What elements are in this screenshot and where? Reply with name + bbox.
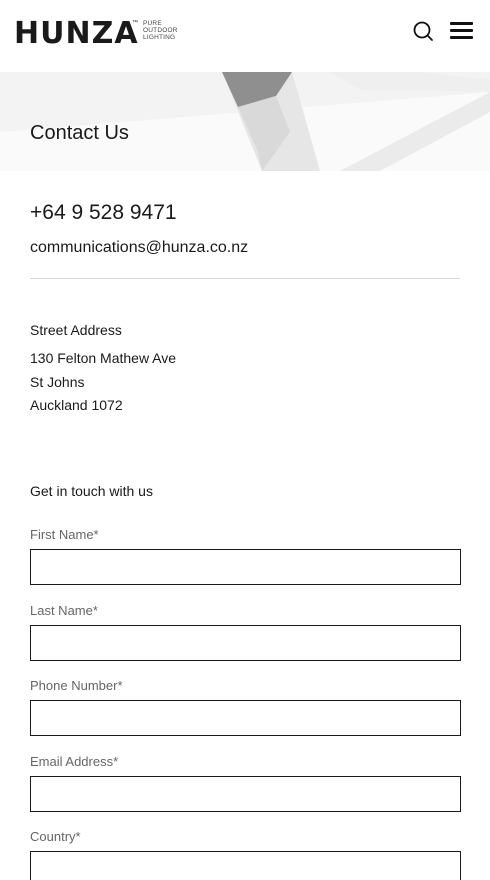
address-line: 130 Felton Mathew Ave [30,350,177,366]
section-divider [30,278,460,279]
address-line: St Johns [30,374,85,390]
last-name-input[interactable] [30,625,461,661]
email-address-label: Email Address* [30,754,119,769]
hunza-logo[interactable]: HUNZA ™ PURE OUTDOOR LIGHTING [14,18,184,50]
address-line: Auckland 1072 [30,397,123,413]
logo-tagline-line: OUTDOOR [143,27,178,34]
first-name-input[interactable] [30,549,461,585]
hamburger-icon [450,36,473,39]
page-banner: Contact Us [0,72,490,171]
menu-button[interactable] [448,20,476,44]
page-title: Contact Us [30,122,129,144]
phone-number-input[interactable] [30,700,461,736]
email-address-input[interactable] [30,776,461,812]
search-icon [413,21,433,41]
phone-number-link[interactable]: +64 9 528 9471 [30,201,177,225]
search-button[interactable] [410,18,438,46]
contact-form-heading: Get in touch with us [30,483,153,499]
hamburger-icon [450,29,473,32]
email-link[interactable]: communications@hunza.co.nz [30,239,248,257]
hamburger-icon [450,22,473,25]
logo-wordmark: HUNZA [14,16,139,51]
logo-trademark: ™ [132,20,138,26]
logo-tagline: PURE OUTDOOR LIGHTING [143,20,178,41]
last-name-label: Last Name* [30,603,98,618]
logo-tagline-line: PURE [143,20,162,27]
country-label: Country* [30,829,81,844]
street-address-heading: Street Address [30,322,122,338]
logo-tagline-line: LIGHTING [143,34,176,41]
first-name-label: First Name* [30,527,99,542]
site-header: HUNZA ™ PURE OUTDOOR LIGHTING [0,0,490,72]
country-input[interactable] [30,851,461,880]
phone-number-label: Phone Number* [30,678,123,693]
